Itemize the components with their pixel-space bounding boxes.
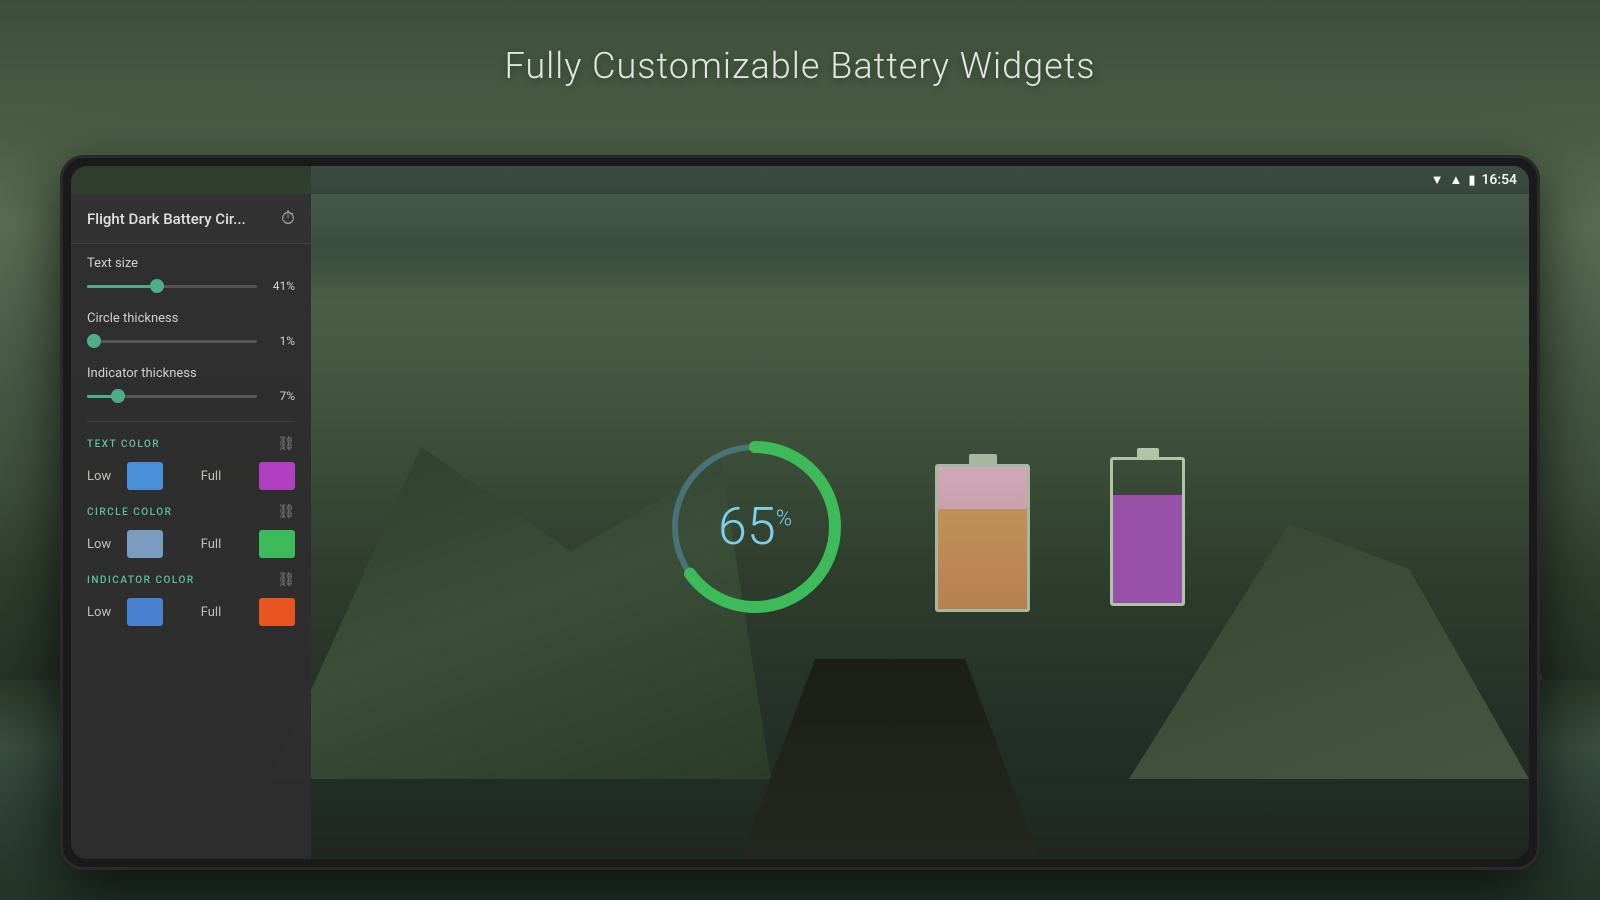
circle-battery-percentage: 65: [718, 496, 776, 557]
text-size-group: Text size 41%: [87, 256, 295, 293]
widget-area: 65%: [311, 194, 1529, 859]
settings-panel: Flight Dark Battery Cir... ⏱ Text size 4…: [71, 194, 311, 859]
circle-color-header: CIRCLE COLOR ⛓: [87, 504, 295, 520]
text-size-fill: [87, 285, 157, 288]
indicator-thickness-row: 7%: [87, 389, 295, 403]
classic-battery-fill-top: [938, 467, 1027, 510]
indicator-color-row: Low Full: [87, 598, 295, 626]
block-battery-body: [1110, 457, 1185, 606]
circle-thickness-track: [87, 340, 257, 343]
tablet-frame: ▼ ▲ ▮ 16:54 Flight Dark Battery Cir... ⏱…: [60, 155, 1540, 870]
indicator-thickness-group: Indicator thickness 7%: [87, 366, 295, 403]
history-icon[interactable]: ⏱: [281, 208, 295, 229]
classic-battery-widget: [935, 442, 1030, 612]
panel-title: Flight Dark Battery Cir...: [87, 210, 246, 228]
battery-status-icon: ▮: [1468, 173, 1475, 188]
block-battery-fill: [1113, 495, 1182, 602]
page-title: Fully Customizable Battery Widgets: [0, 45, 1600, 87]
status-bar: ▼ ▲ ▮ 16:54: [71, 166, 1529, 194]
circle-battery-widget: 65%: [655, 427, 855, 627]
text-color-row: Low Full: [87, 462, 295, 490]
indicator-thickness-value: 7%: [267, 389, 295, 403]
block-battery-widget: [1110, 448, 1185, 606]
status-time: 16:54: [1481, 172, 1517, 188]
indicator-thickness-label: Indicator thickness: [87, 366, 295, 381]
circle-full-label: Full: [173, 537, 249, 552]
text-size-row: 41%: [87, 279, 295, 293]
circle-thickness-group: Circle thickness 1%: [87, 311, 295, 348]
circle-color-title: CIRCLE COLOR: [87, 507, 172, 518]
signal-icon: ▲: [1449, 172, 1462, 188]
indicator-full-label: Full: [173, 605, 249, 620]
circle-battery-suffix: %: [776, 506, 792, 531]
text-color-title: TEXT COLOR: [87, 439, 160, 450]
text-color-section: TEXT COLOR ⛓ Low Full: [87, 436, 295, 490]
text-size-value: 41%: [267, 279, 295, 293]
indicator-low-swatch[interactable]: [127, 598, 163, 626]
circle-full-swatch[interactable]: [259, 530, 295, 558]
circle-color-link-icon[interactable]: ⛓: [277, 504, 295, 520]
text-low-label: Low: [87, 469, 117, 484]
text-color-link-icon[interactable]: ⛓: [277, 436, 295, 452]
text-color-header: TEXT COLOR ⛓: [87, 436, 295, 452]
indicator-color-section: INDICATOR COLOR ⛓ Low Full: [87, 572, 295, 626]
divider-1: [87, 421, 295, 422]
text-full-label: Full: [173, 469, 249, 484]
text-low-swatch[interactable]: [127, 462, 163, 490]
wifi-icon: ▼: [1431, 172, 1444, 188]
classic-battery-cap: [969, 454, 997, 464]
classic-battery-body: [935, 464, 1030, 612]
circle-color-row: Low Full: [87, 530, 295, 558]
circle-thickness-label: Circle thickness: [87, 311, 295, 326]
panel-header: Flight Dark Battery Cir... ⏱: [71, 194, 311, 244]
tablet-screen: ▼ ▲ ▮ 16:54 Flight Dark Battery Cir... ⏱…: [71, 166, 1529, 859]
circle-low-label: Low: [87, 537, 117, 552]
circle-color-section: CIRCLE COLOR ⛓ Low Full: [87, 504, 295, 558]
indicator-color-link-icon[interactable]: ⛓: [277, 572, 295, 588]
circle-low-swatch[interactable]: [127, 530, 163, 558]
circle-thickness-value: 1%: [267, 334, 295, 348]
indicator-thickness-thumb[interactable]: [111, 389, 125, 403]
indicator-full-swatch[interactable]: [259, 598, 295, 626]
block-battery-cap: [1137, 448, 1159, 457]
panel-content: Text size 41% Circle thickness: [71, 244, 311, 859]
text-size-track: [87, 285, 257, 288]
circle-battery-text: 65%: [718, 501, 792, 553]
indicator-low-label: Low: [87, 605, 117, 620]
indicator-color-title: INDICATOR COLOR: [87, 575, 195, 586]
text-size-label: Text size: [87, 256, 295, 271]
classic-battery-fill-bottom: [938, 509, 1027, 608]
indicator-color-header: INDICATOR COLOR ⛓: [87, 572, 295, 588]
circle-thickness-row: 1%: [87, 334, 295, 348]
text-size-thumb[interactable]: [150, 279, 164, 293]
indicator-thickness-track: [87, 395, 257, 398]
circle-thickness-thumb[interactable]: [87, 334, 101, 348]
text-full-swatch[interactable]: [259, 462, 295, 490]
